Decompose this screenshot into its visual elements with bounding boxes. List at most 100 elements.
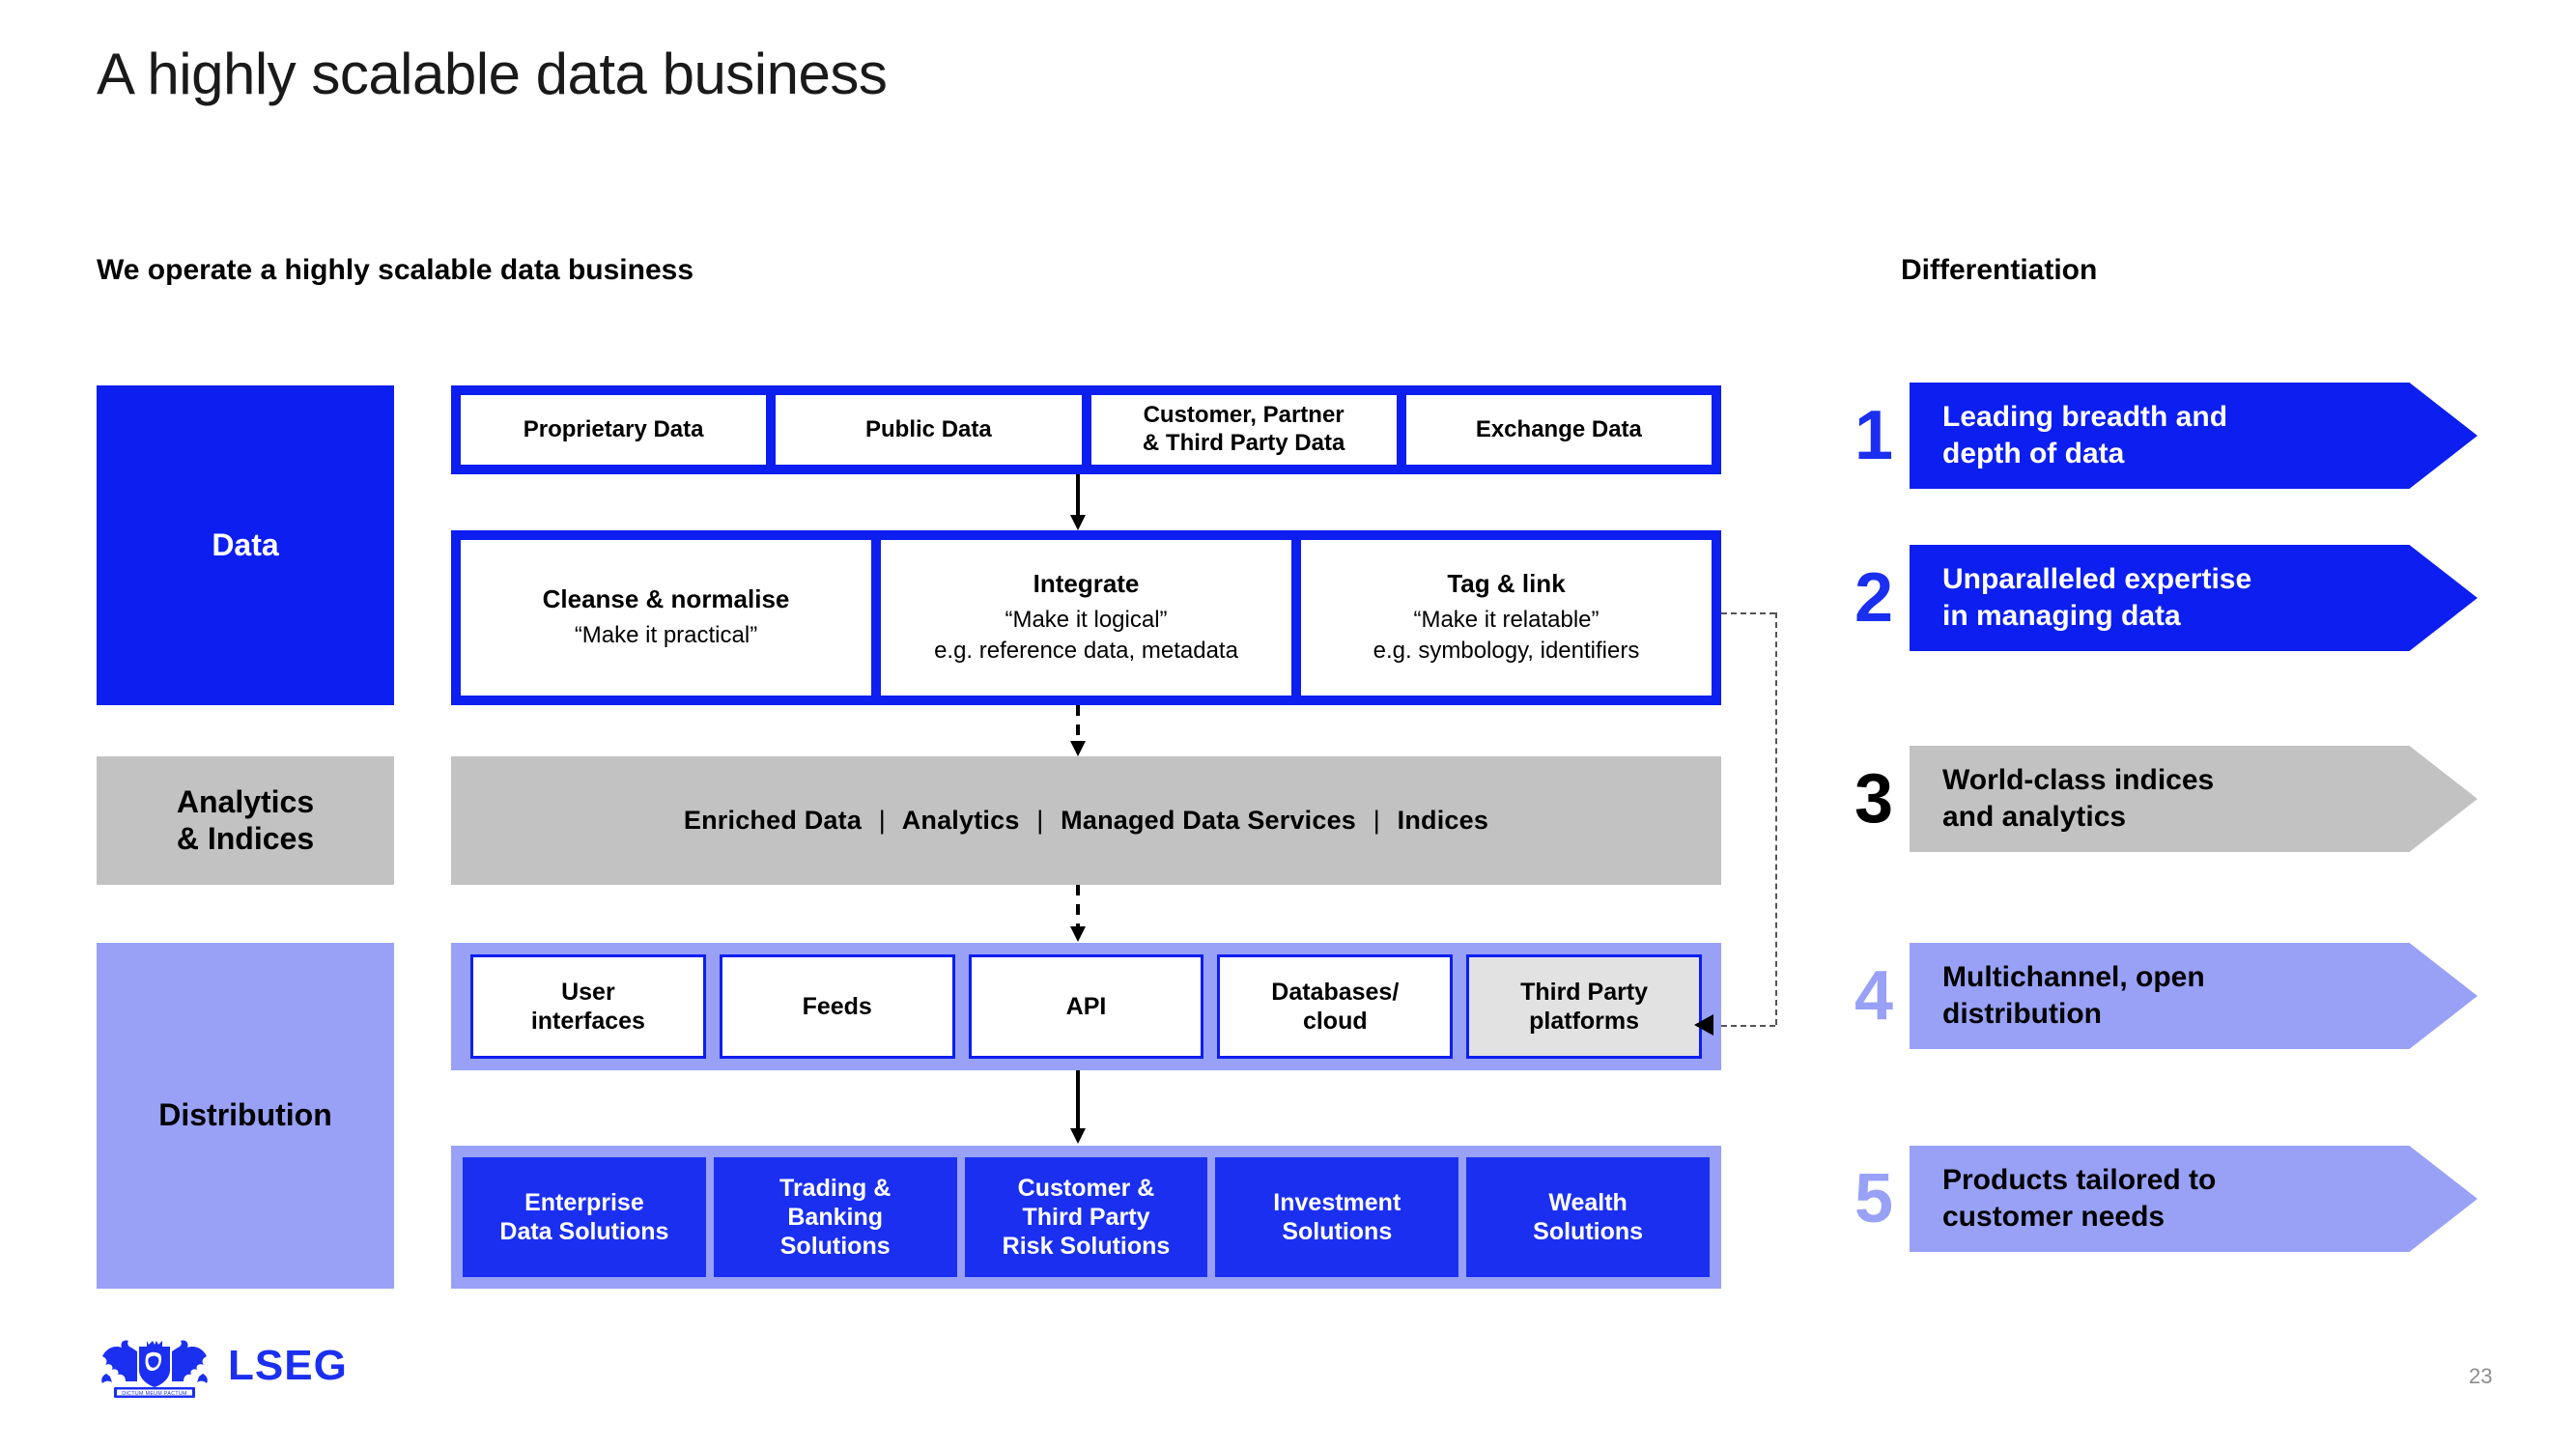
channel-line1: Feeds bbox=[802, 993, 872, 1020]
processing-title: Integrate bbox=[1033, 568, 1140, 598]
data-processing-band: Cleanse & normalise “Make it practical” … bbox=[451, 530, 1721, 705]
differentiation-line2: distribution bbox=[1942, 998, 2102, 1030]
data-source-cell: Customer, Partner & Third Party Data bbox=[1090, 395, 1397, 465]
processing-sub1: “Make it logical” bbox=[1005, 606, 1168, 633]
solution-cell: Investment Solutions bbox=[1215, 1157, 1459, 1277]
processing-cell: Cleanse & normalise “Make it practical” bbox=[461, 540, 871, 696]
channel-line1: Databases/ bbox=[1271, 979, 1400, 1006]
solution-cell: Trading & Banking Solutions bbox=[713, 1157, 957, 1277]
differentiation-number: 3 bbox=[1854, 760, 1894, 838]
data-source-line1: Customer, Partner bbox=[1143, 402, 1345, 429]
differentiation-line2: customer needs bbox=[1942, 1201, 2166, 1233]
data-source-line2: & Third Party Data bbox=[1142, 430, 1345, 456]
differentiation-arrow: Products tailored to customer needs bbox=[1910, 1146, 2477, 1252]
differentiation-line2: depth of data bbox=[1942, 438, 2125, 469]
layer-label-data: Data bbox=[97, 385, 394, 705]
data-source-cell: Proprietary Data bbox=[461, 395, 767, 465]
layer-label-data-text: Data bbox=[212, 526, 279, 562]
lseg-logo: DICTUM MEUM PACTUM LSEG bbox=[97, 1331, 348, 1401]
data-source-cell: Exchange Data bbox=[1405, 395, 1712, 465]
differentiation-line1: Multichannel, open bbox=[1942, 960, 2205, 993]
processing-title: Tag & link bbox=[1447, 568, 1566, 598]
analytics-items: Enriched Data | Analytics | Managed Data… bbox=[684, 806, 1488, 836]
flow-arrow-sources-to-processing bbox=[1070, 474, 1086, 530]
channel-line2: cloud bbox=[1302, 1008, 1368, 1035]
channel-line1: API bbox=[1065, 993, 1107, 1020]
channel-cell: Databases/ cloud bbox=[1217, 954, 1454, 1059]
analytics-separator: | bbox=[1373, 806, 1380, 835]
lseg-crest-icon: DICTUM MEUM PACTUM bbox=[101, 1340, 208, 1398]
layer-label-distribution-text: Distribution bbox=[158, 1097, 332, 1133]
differentiation-arrow: Multichannel, open distribution bbox=[1910, 943, 2477, 1049]
page-number: 23 bbox=[2469, 1364, 2493, 1388]
solutions-band: Enterprise Data Solutions Trading & Bank… bbox=[451, 1146, 1721, 1289]
analytics-band: Enriched Data | Analytics | Managed Data… bbox=[451, 756, 1721, 885]
distribution-channels-band: User interfaces Feeds API Databases/ clo… bbox=[451, 943, 1721, 1070]
solution-cell: Enterprise Data Solutions bbox=[463, 1157, 706, 1277]
solution-line1: Wealth bbox=[1548, 1189, 1628, 1216]
channel-line2: interfaces bbox=[530, 1008, 645, 1035]
flow-arrow-distribution-to-solutions bbox=[1070, 1070, 1086, 1146]
solution-line1: Customer & bbox=[1017, 1175, 1155, 1202]
flow-arrow-analytics-to-distribution bbox=[1070, 885, 1086, 943]
solution-line1: Enterprise bbox=[524, 1189, 644, 1216]
differentiation-line1: World-class indices bbox=[1942, 763, 2215, 796]
processing-sub2: e.g. symbology, identifiers bbox=[1373, 638, 1640, 665]
data-source-cell: Public Data bbox=[776, 395, 1082, 465]
differentiation-line1: Products tailored to bbox=[1942, 1163, 2217, 1196]
processing-sub1: “Make it relatable” bbox=[1413, 606, 1599, 633]
processing-cell: Tag & link “Make it relatable” e.g. symb… bbox=[1301, 540, 1712, 696]
flow-arrow-processing-to-analytics bbox=[1070, 705, 1086, 757]
channel-line2: platforms bbox=[1529, 1008, 1640, 1035]
differentiation-arrow: World-class indices and analytics bbox=[1910, 746, 2477, 852]
differentiation-row-3: 3 World-class indices and analytics bbox=[1840, 746, 2477, 852]
lseg-crest-motto: DICTUM MEUM PACTUM bbox=[122, 1391, 187, 1397]
channel-cell: Feeds bbox=[719, 954, 955, 1059]
differentiation-row-5: 5 Products tailored to customer needs bbox=[1840, 1146, 2477, 1252]
data-source-line1: Exchange Data bbox=[1475, 415, 1642, 442]
channel-cell: User interfaces bbox=[470, 954, 706, 1059]
differentiation-line1: Leading breadth and bbox=[1942, 400, 2228, 433]
differentiation-line1: Unparalleled expertise bbox=[1942, 562, 2252, 595]
analytics-item: Analytics bbox=[901, 806, 1020, 835]
feedback-loop-arrowhead bbox=[1694, 1014, 1713, 1036]
solution-line2: Banking bbox=[787, 1204, 883, 1231]
differentiation-row-1: 1 Leading breadth and depth of data bbox=[1840, 383, 2477, 489]
differentiation-heading: Differentiation bbox=[1901, 254, 2098, 286]
solution-line2: Solutions bbox=[1282, 1218, 1393, 1245]
differentiation-line2: and analytics bbox=[1942, 801, 2127, 833]
analytics-item: Indices bbox=[1397, 806, 1489, 835]
solution-line1: Trading & bbox=[779, 1175, 892, 1202]
channel-line1: Third Party bbox=[1520, 979, 1649, 1006]
analytics-item: Managed Data Services bbox=[1061, 806, 1357, 835]
feedback-loop-connector bbox=[1694, 612, 1808, 1036]
differentiation-number: 2 bbox=[1854, 559, 1894, 637]
analytics-separator: | bbox=[878, 806, 886, 835]
layer-label-analytics: Analytics & Indices bbox=[97, 756, 394, 885]
differentiation-row-4: 4 Multichannel, open distribution bbox=[1840, 943, 2477, 1049]
solution-line2: Third Party bbox=[1022, 1204, 1150, 1231]
solution-line1: Investment bbox=[1273, 1189, 1401, 1216]
data-source-line1: Public Data bbox=[865, 415, 992, 442]
solution-line2: Data Solutions bbox=[499, 1218, 669, 1245]
layer-label-analytics-line1: Analytics bbox=[176, 783, 315, 819]
differentiation-number: 5 bbox=[1854, 1160, 1894, 1237]
data-source-line1: Proprietary Data bbox=[523, 415, 704, 442]
slide-canvas: A highly scalable data business We opera… bbox=[0, 0, 2576, 1449]
solution-line2: Solutions bbox=[1533, 1218, 1644, 1245]
differentiation-arrow: Leading breadth and depth of data bbox=[1910, 383, 2477, 489]
data-sources-band: Proprietary Data Public Data Customer, P… bbox=[451, 385, 1721, 474]
layer-label-analytics-line2: & Indices bbox=[176, 820, 315, 856]
solution-line3: Risk Solutions bbox=[1002, 1233, 1171, 1260]
differentiation-row-2: 2 Unparalleled expertise in managing dat… bbox=[1840, 545, 2477, 651]
processing-sub2: e.g. reference data, metadata bbox=[934, 638, 1238, 665]
solution-cell: Customer & Third Party Risk Solutions bbox=[964, 1157, 1208, 1277]
channel-line1: User bbox=[561, 979, 615, 1006]
differentiation-line2: in managing data bbox=[1942, 600, 2181, 632]
channel-cell: API bbox=[968, 954, 1204, 1059]
analytics-separator: | bbox=[1036, 806, 1044, 835]
left-section-heading: We operate a highly scalable data busine… bbox=[97, 254, 694, 286]
layer-label-distribution: Distribution bbox=[97, 943, 394, 1289]
processing-title: Cleanse & normalise bbox=[542, 583, 790, 613]
solution-cell: Wealth Solutions bbox=[1466, 1157, 1710, 1277]
